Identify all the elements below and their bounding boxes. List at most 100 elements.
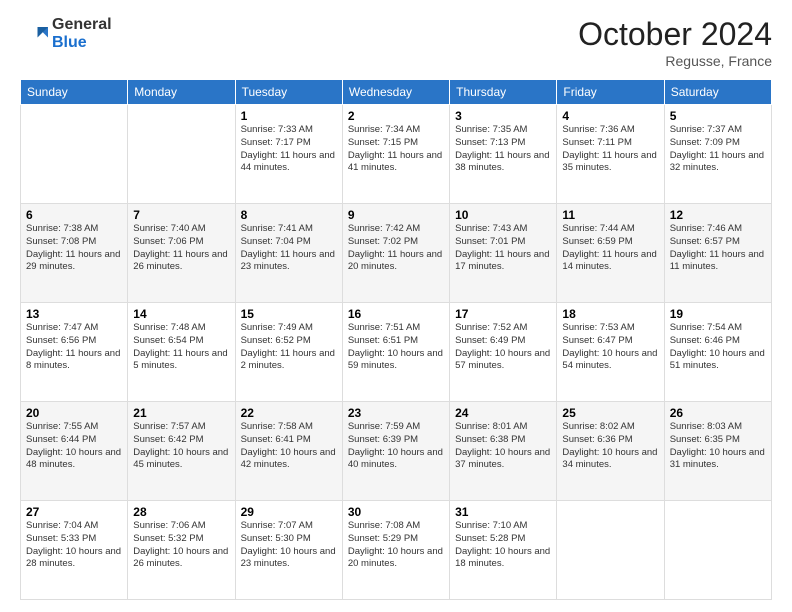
day-info: Sunrise: 7:38 AMSunset: 7:08 PMDaylight:… <box>26 223 122 274</box>
table-row: 3Sunrise: 7:35 AMSunset: 7:13 PMDaylight… <box>450 105 557 204</box>
table-row: 29Sunrise: 7:07 AMSunset: 5:30 PMDayligh… <box>235 501 342 600</box>
day-info: Sunrise: 7:58 AMSunset: 6:41 PMDaylight:… <box>241 421 337 472</box>
day-number: 17 <box>455 307 551 321</box>
page-header: General Blue October 2024 Regusse, Franc… <box>20 16 772 69</box>
day-info: Sunrise: 7:49 AMSunset: 6:52 PMDaylight:… <box>241 322 337 373</box>
day-number: 31 <box>455 505 551 519</box>
day-info: Sunrise: 7:48 AMSunset: 6:54 PMDaylight:… <box>133 322 229 373</box>
table-row: 28Sunrise: 7:06 AMSunset: 5:32 PMDayligh… <box>128 501 235 600</box>
table-row: 20Sunrise: 7:55 AMSunset: 6:44 PMDayligh… <box>21 402 128 501</box>
day-info: Sunrise: 7:55 AMSunset: 6:44 PMDaylight:… <box>26 421 122 472</box>
day-info: Sunrise: 7:37 AMSunset: 7:09 PMDaylight:… <box>670 124 766 175</box>
day-number: 8 <box>241 208 337 222</box>
logo-blue: Blue <box>52 34 112 52</box>
table-row: 27Sunrise: 7:04 AMSunset: 5:33 PMDayligh… <box>21 501 128 600</box>
calendar-table: Sunday Monday Tuesday Wednesday Thursday… <box>20 79 772 600</box>
table-row: 18Sunrise: 7:53 AMSunset: 6:47 PMDayligh… <box>557 303 664 402</box>
table-row: 4Sunrise: 7:36 AMSunset: 7:11 PMDaylight… <box>557 105 664 204</box>
table-row: 21Sunrise: 7:57 AMSunset: 6:42 PMDayligh… <box>128 402 235 501</box>
day-info: Sunrise: 7:57 AMSunset: 6:42 PMDaylight:… <box>133 421 229 472</box>
day-number: 2 <box>348 109 444 123</box>
day-info: Sunrise: 7:54 AMSunset: 6:46 PMDaylight:… <box>670 322 766 373</box>
day-number: 28 <box>133 505 229 519</box>
table-row: 6Sunrise: 7:38 AMSunset: 7:08 PMDaylight… <box>21 204 128 303</box>
day-number: 29 <box>241 505 337 519</box>
table-row: 9Sunrise: 7:42 AMSunset: 7:02 PMDaylight… <box>342 204 449 303</box>
day-number: 15 <box>241 307 337 321</box>
calendar-week-row: 1Sunrise: 7:33 AMSunset: 7:17 PMDaylight… <box>21 105 772 204</box>
day-info: Sunrise: 7:33 AMSunset: 7:17 PMDaylight:… <box>241 124 337 175</box>
day-info: Sunrise: 7:47 AMSunset: 6:56 PMDaylight:… <box>26 322 122 373</box>
day-info: Sunrise: 7:35 AMSunset: 7:13 PMDaylight:… <box>455 124 551 175</box>
title-block: October 2024 Regusse, France <box>578 16 772 69</box>
day-number: 18 <box>562 307 658 321</box>
table-row <box>557 501 664 600</box>
table-row: 7Sunrise: 7:40 AMSunset: 7:06 PMDaylight… <box>128 204 235 303</box>
day-number: 7 <box>133 208 229 222</box>
table-row: 24Sunrise: 8:01 AMSunset: 6:38 PMDayligh… <box>450 402 557 501</box>
calendar-week-row: 20Sunrise: 7:55 AMSunset: 6:44 PMDayligh… <box>21 402 772 501</box>
table-row: 16Sunrise: 7:51 AMSunset: 6:51 PMDayligh… <box>342 303 449 402</box>
day-info: Sunrise: 7:43 AMSunset: 7:01 PMDaylight:… <box>455 223 551 274</box>
location: Regusse, France <box>578 53 772 69</box>
table-row: 17Sunrise: 7:52 AMSunset: 6:49 PMDayligh… <box>450 303 557 402</box>
day-info: Sunrise: 7:52 AMSunset: 6:49 PMDaylight:… <box>455 322 551 373</box>
day-info: Sunrise: 7:41 AMSunset: 7:04 PMDaylight:… <box>241 223 337 274</box>
day-number: 22 <box>241 406 337 420</box>
day-number: 27 <box>26 505 122 519</box>
day-info: Sunrise: 7:07 AMSunset: 5:30 PMDaylight:… <box>241 520 337 571</box>
table-row: 30Sunrise: 7:08 AMSunset: 5:29 PMDayligh… <box>342 501 449 600</box>
day-number: 1 <box>241 109 337 123</box>
table-row: 15Sunrise: 7:49 AMSunset: 6:52 PMDayligh… <box>235 303 342 402</box>
table-row: 31Sunrise: 7:10 AMSunset: 5:28 PMDayligh… <box>450 501 557 600</box>
table-row: 22Sunrise: 7:58 AMSunset: 6:41 PMDayligh… <box>235 402 342 501</box>
day-number: 6 <box>26 208 122 222</box>
day-number: 30 <box>348 505 444 519</box>
table-row: 13Sunrise: 7:47 AMSunset: 6:56 PMDayligh… <box>21 303 128 402</box>
calendar-week-row: 27Sunrise: 7:04 AMSunset: 5:33 PMDayligh… <box>21 501 772 600</box>
col-saturday: Saturday <box>664 80 771 105</box>
day-info: Sunrise: 7:36 AMSunset: 7:11 PMDaylight:… <box>562 124 658 175</box>
day-number: 26 <box>670 406 766 420</box>
day-number: 13 <box>26 307 122 321</box>
table-row <box>664 501 771 600</box>
day-number: 25 <box>562 406 658 420</box>
day-number: 11 <box>562 208 658 222</box>
col-thursday: Thursday <box>450 80 557 105</box>
day-number: 23 <box>348 406 444 420</box>
day-info: Sunrise: 7:53 AMSunset: 6:47 PMDaylight:… <box>562 322 658 373</box>
calendar-week-row: 6Sunrise: 7:38 AMSunset: 7:08 PMDaylight… <box>21 204 772 303</box>
calendar-header-row: Sunday Monday Tuesday Wednesday Thursday… <box>21 80 772 105</box>
day-number: 14 <box>133 307 229 321</box>
table-row <box>21 105 128 204</box>
col-tuesday: Tuesday <box>235 80 342 105</box>
table-row <box>128 105 235 204</box>
day-info: Sunrise: 7:34 AMSunset: 7:15 PMDaylight:… <box>348 124 444 175</box>
day-info: Sunrise: 7:51 AMSunset: 6:51 PMDaylight:… <box>348 322 444 373</box>
col-wednesday: Wednesday <box>342 80 449 105</box>
table-row: 25Sunrise: 8:02 AMSunset: 6:36 PMDayligh… <box>557 402 664 501</box>
day-number: 19 <box>670 307 766 321</box>
day-number: 21 <box>133 406 229 420</box>
day-number: 4 <box>562 109 658 123</box>
month-title: October 2024 <box>578 16 772 53</box>
day-info: Sunrise: 7:44 AMSunset: 6:59 PMDaylight:… <box>562 223 658 274</box>
day-info: Sunrise: 8:03 AMSunset: 6:35 PMDaylight:… <box>670 421 766 472</box>
day-number: 24 <box>455 406 551 420</box>
table-row: 5Sunrise: 7:37 AMSunset: 7:09 PMDaylight… <box>664 105 771 204</box>
table-row: 11Sunrise: 7:44 AMSunset: 6:59 PMDayligh… <box>557 204 664 303</box>
calendar-week-row: 13Sunrise: 7:47 AMSunset: 6:56 PMDayligh… <box>21 303 772 402</box>
day-number: 12 <box>670 208 766 222</box>
table-row: 19Sunrise: 7:54 AMSunset: 6:46 PMDayligh… <box>664 303 771 402</box>
day-number: 10 <box>455 208 551 222</box>
day-info: Sunrise: 8:02 AMSunset: 6:36 PMDaylight:… <box>562 421 658 472</box>
day-info: Sunrise: 7:06 AMSunset: 5:32 PMDaylight:… <box>133 520 229 571</box>
day-number: 5 <box>670 109 766 123</box>
col-monday: Monday <box>128 80 235 105</box>
col-sunday: Sunday <box>21 80 128 105</box>
day-number: 3 <box>455 109 551 123</box>
table-row: 2Sunrise: 7:34 AMSunset: 7:15 PMDaylight… <box>342 105 449 204</box>
table-row: 14Sunrise: 7:48 AMSunset: 6:54 PMDayligh… <box>128 303 235 402</box>
day-number: 9 <box>348 208 444 222</box>
day-info: Sunrise: 7:46 AMSunset: 6:57 PMDaylight:… <box>670 223 766 274</box>
